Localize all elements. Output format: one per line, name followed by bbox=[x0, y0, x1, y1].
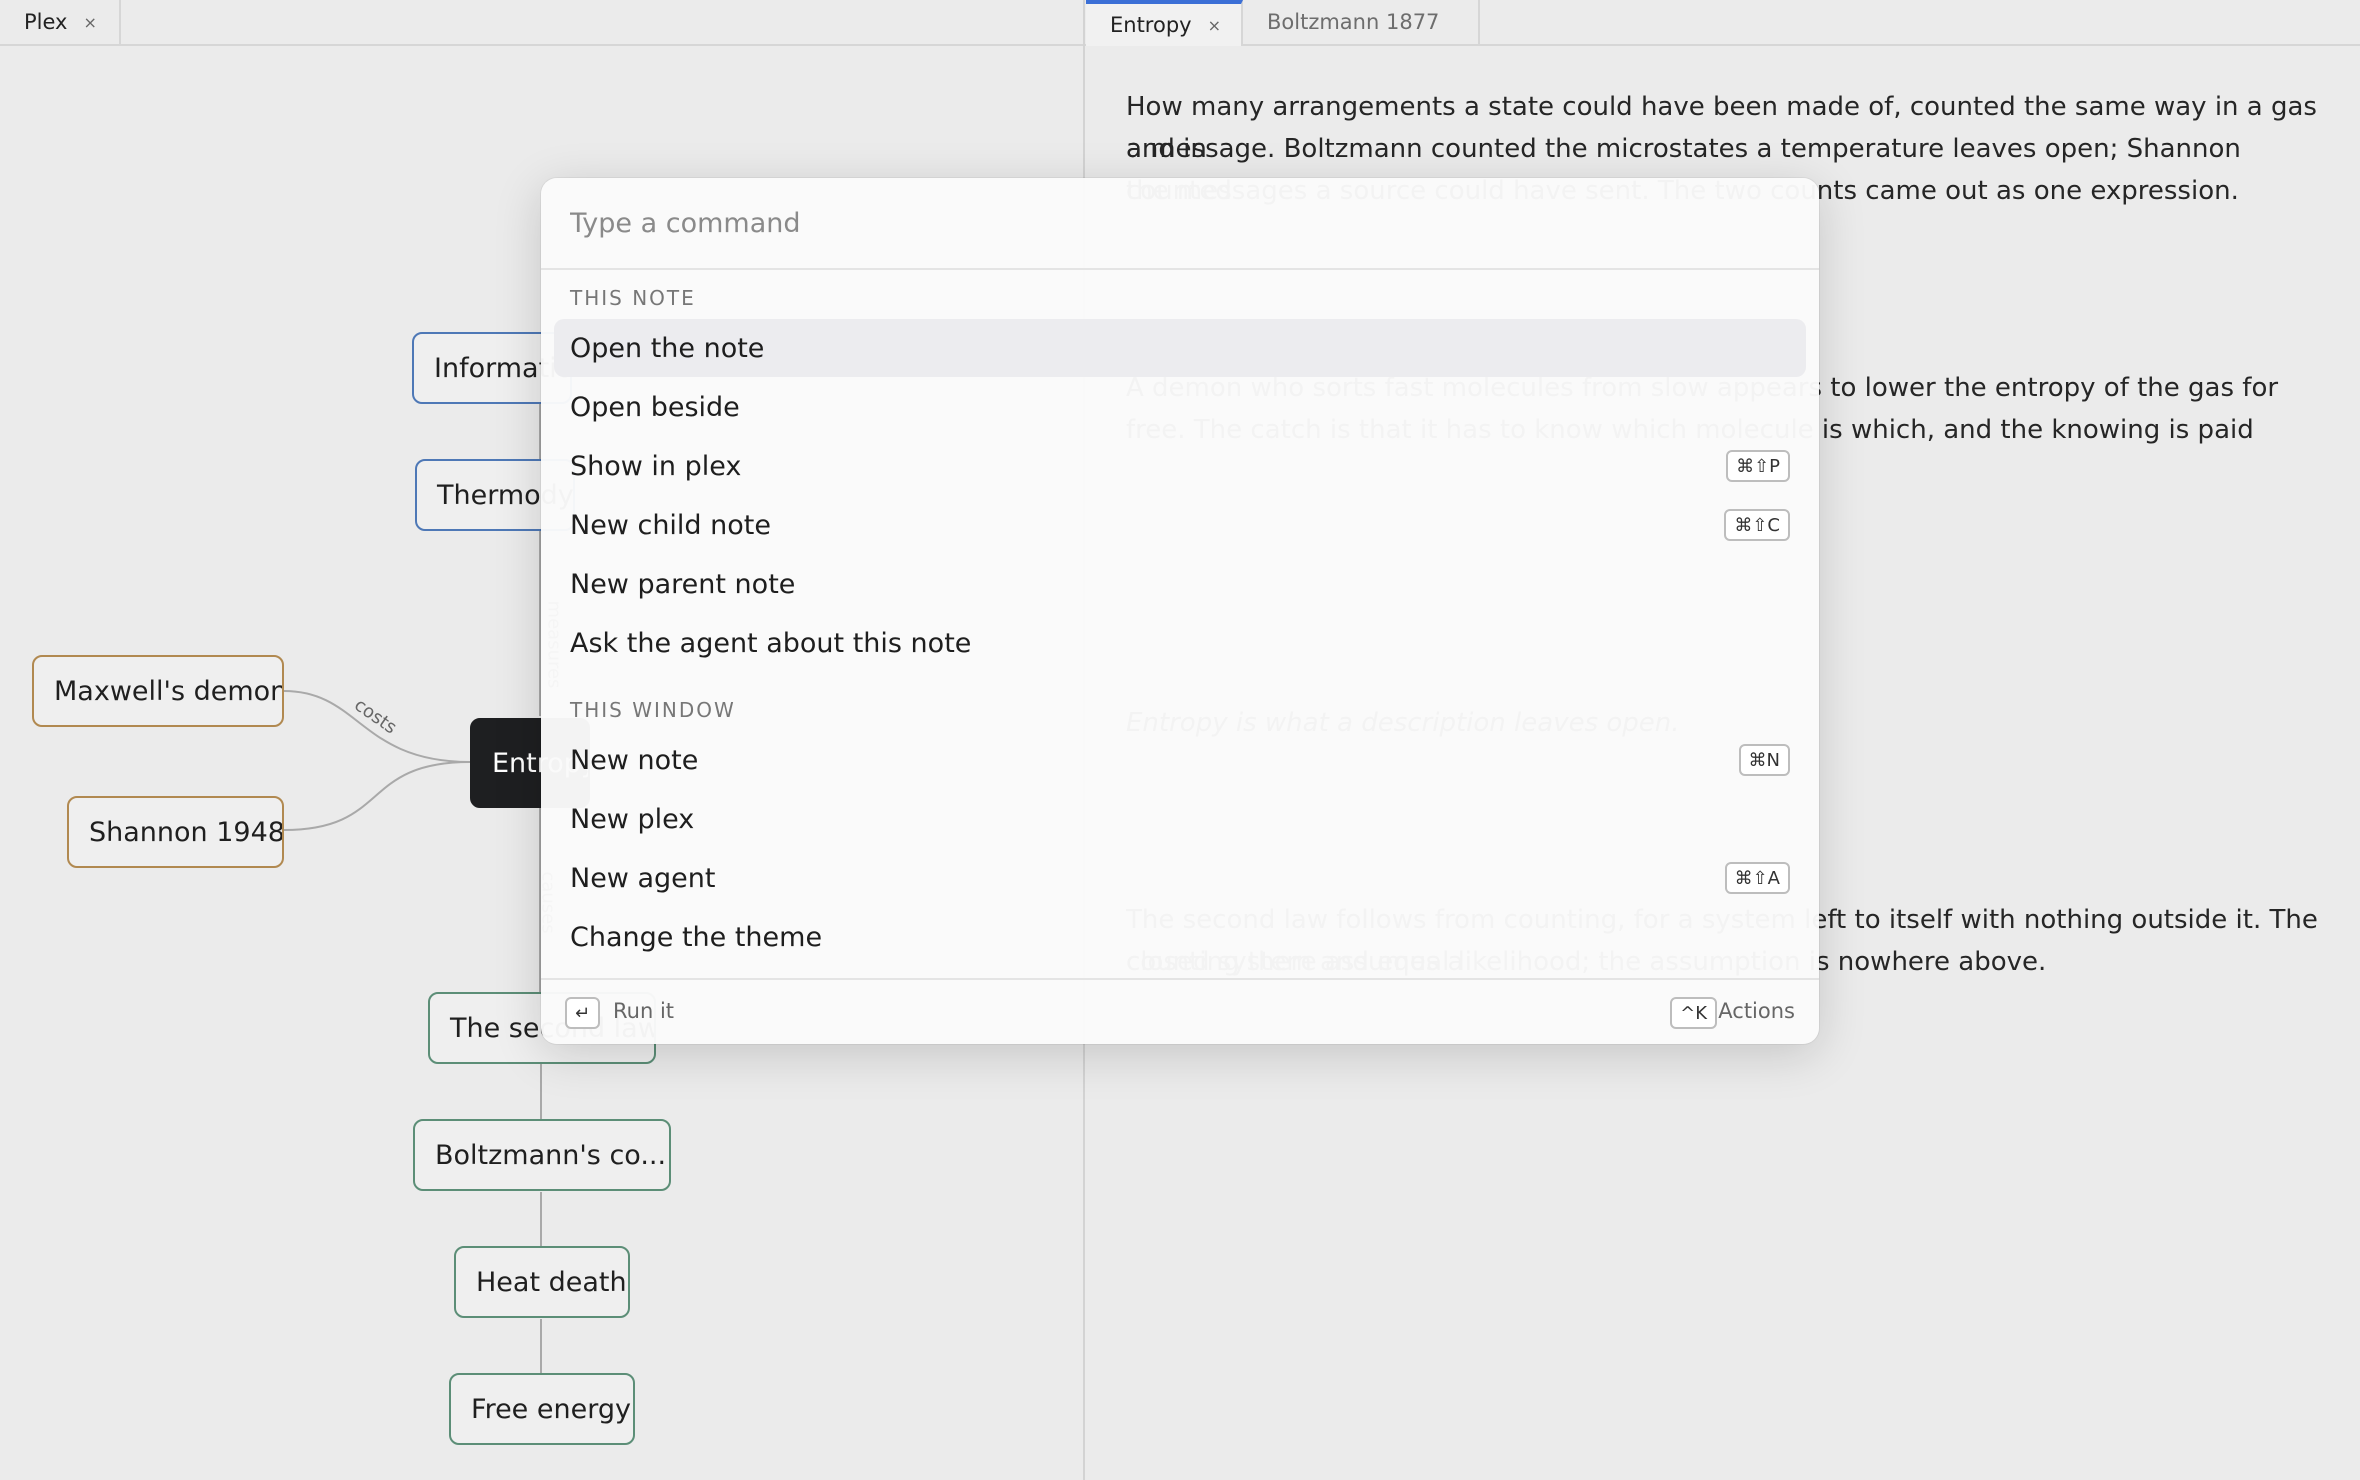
command-show-in-plex[interactable]: Show in plex ⌘⇧P bbox=[554, 437, 1806, 495]
node-boltzmanns-co[interactable]: Boltzmann's co... bbox=[413, 1119, 671, 1191]
section-label-this-note: THIS NOTE bbox=[570, 286, 696, 310]
tab-boltzmann-1877[interactable]: Boltzmann 1877 bbox=[1243, 0, 1480, 44]
command-label: New parent note bbox=[570, 568, 796, 600]
command-palette: THIS NOTE Open the note Open beside Show… bbox=[541, 178, 1819, 1044]
command-new-parent-note[interactable]: New parent note bbox=[554, 555, 1806, 613]
tab-label: Boltzmann 1877 bbox=[1267, 10, 1440, 34]
command-open-the-note[interactable]: Open the note bbox=[554, 319, 1806, 377]
command-label: New child note bbox=[570, 509, 771, 541]
section-label-this-window: THIS WINDOW bbox=[570, 698, 736, 722]
command-new-agent[interactable]: New agent ⌘⇧A bbox=[554, 849, 1806, 907]
node-shannon-1948[interactable]: Shannon 1948 bbox=[67, 796, 284, 868]
command-label: Open beside bbox=[570, 391, 740, 423]
command-label: New agent bbox=[570, 862, 716, 894]
command-new-plex[interactable]: New plex bbox=[554, 790, 1806, 848]
command-label: Show in plex bbox=[570, 450, 742, 482]
node-heat-death[interactable]: Heat death bbox=[454, 1246, 630, 1318]
command-new-child-note[interactable]: New child note ⌘⇧C bbox=[554, 496, 1806, 554]
edge-shannon-entropy bbox=[283, 761, 471, 831]
tab-entropy[interactable]: Entropy × bbox=[1086, 0, 1243, 46]
tab-plex[interactable]: Plex × bbox=[0, 0, 121, 44]
shortcut-badge: ⌘⇧A bbox=[1724, 862, 1790, 894]
actions-hint[interactable]: Actions bbox=[1718, 999, 1795, 1023]
right-tab-bar: Entropy × Boltzmann 1877 bbox=[1085, 0, 2360, 46]
node-maxwells-demon[interactable]: Maxwell's demon bbox=[32, 655, 284, 727]
command-ask-agent[interactable]: Ask the agent about this note bbox=[554, 614, 1806, 672]
actions-key-badge[interactable]: ^K bbox=[1670, 997, 1717, 1029]
command-change-theme[interactable]: Change the theme bbox=[554, 908, 1806, 966]
command-open-beside[interactable]: Open beside bbox=[554, 378, 1806, 436]
command-label: Change the theme bbox=[570, 921, 823, 953]
command-label: Open the note bbox=[570, 332, 765, 364]
command-new-note[interactable]: New note ⌘N bbox=[554, 731, 1806, 789]
enter-key-icon: ↵ bbox=[565, 997, 601, 1029]
shortcut-badge: ⌘⇧P bbox=[1726, 450, 1790, 482]
tab-label: Entropy bbox=[1110, 13, 1192, 37]
command-label: New plex bbox=[570, 803, 695, 835]
node-free-energy[interactable]: Free energy bbox=[449, 1373, 635, 1445]
command-label: New note bbox=[570, 744, 699, 776]
palette-footer: ↵ Run it ^K Actions bbox=[541, 978, 1819, 1044]
close-icon[interactable]: × bbox=[1208, 16, 1221, 35]
tab-label: Plex bbox=[24, 10, 68, 34]
command-input[interactable] bbox=[541, 178, 1819, 270]
shortcut-badge: ⌘⇧C bbox=[1724, 509, 1790, 541]
command-label: Ask the agent about this note bbox=[570, 627, 972, 659]
run-hint: Run it bbox=[613, 999, 675, 1023]
shortcut-badge: ⌘N bbox=[1738, 744, 1790, 776]
close-icon[interactable]: × bbox=[83, 13, 96, 32]
left-tab-bar: Plex × bbox=[0, 0, 1085, 46]
